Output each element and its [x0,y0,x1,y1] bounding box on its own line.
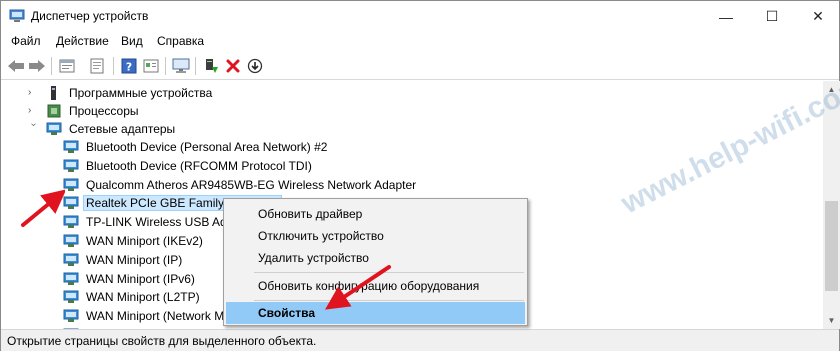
tree-item-network-adapter[interactable]: Qualcomm Atheros AR9485WB-EG Wireless Ne… [63,176,418,194]
toolbar: ? [1,52,839,80]
menu-file[interactable]: Файл [11,34,41,48]
window-title: Диспетчер устройств [31,9,149,23]
status-bar: Открытие страницы свойств для выделенног… [1,329,839,351]
tree-category-software-devices[interactable]: › Программные устройства [28,84,214,102]
software-device-icon [46,86,62,100]
tree-category-network-adapters[interactable]: › Сетевые адаптеры [28,120,177,138]
scrollbar-thumb[interactable] [825,201,838,291]
menu-view[interactable]: Вид [121,34,143,48]
processor-icon [46,104,62,118]
toolbar-separator [51,57,52,75]
network-adapter-icon [63,253,79,267]
network-adapter-icon [63,234,79,248]
scan-hardware-icon[interactable] [245,56,265,76]
tree-item-network-adapter[interactable]: Bluetooth Device (RFCOMM Protocol TDI) [63,157,314,175]
tree-label: Сетевые адаптеры [69,122,176,136]
network-adapter-icon [63,140,79,154]
toolbar-separator [165,57,166,75]
tree-label: Программные устройства [69,86,213,100]
minimize-button[interactable]: — [703,1,749,32]
update-driver-icon[interactable] [87,56,107,76]
red-arrow-icon [325,265,391,310]
tree-item-network-adapter[interactable]: Bluetooth Device (Personal Area Network)… [63,138,329,156]
tree-label: WAN Miniport (IPv6) [86,271,195,286]
menu-help[interactable]: Справка [157,34,204,48]
tree-item-network-adapter[interactable]: WAN Miniport (IP) [63,251,184,269]
chevron-right-icon[interactable]: › [28,88,38,98]
network-adapter-icon [63,290,79,304]
tree-item-network-adapter[interactable]: WAN Miniport (L2TP) [63,288,202,306]
menu-action[interactable]: Действие [56,34,109,48]
network-adapter-icon [46,122,62,136]
status-text: Открытие страницы свойств для выделенног… [7,334,317,348]
tree-label: WAN Miniport (L2TP) [86,290,200,305]
tree-category-processors[interactable]: › Процессоры [28,102,141,120]
device-manager-window: Диспетчер устройств — ☐ ✕ Файл Действие … [0,0,840,351]
tree-label: Процессоры [69,104,139,118]
tree-label: WAN Miniport (Network M [86,309,225,324]
uninstall-icon[interactable] [223,56,243,76]
chevron-right-icon[interactable]: › [28,106,38,116]
add-driver-icon[interactable] [201,56,221,76]
title-bar: Диспетчер устройств — ☐ ✕ [1,1,839,32]
network-adapter-icon [63,215,79,229]
show-hidden-icon[interactable] [141,56,161,76]
help-icon[interactable]: ? [119,56,139,76]
tree-item-network-adapter[interactable]: WAN Miniport (IPv6) [63,270,197,288]
forward-icon[interactable] [27,56,47,76]
scroll-down-arrow-icon[interactable]: ▼ [823,312,840,329]
back-icon[interactable] [6,56,26,76]
tree-item-network-adapter[interactable]: TP-LINK Wireless USB Adap [63,213,242,231]
tree-item-network-adapter[interactable]: WAN Miniport (IKEv2) [63,232,205,250]
tree-label: Qualcomm Atheros AR9485WB-EG Wireless Ne… [86,177,417,192]
toolbar-separator [195,57,196,75]
network-adapter-icon [63,309,79,323]
network-adapter-icon [63,178,79,192]
svg-text:?: ? [126,61,132,74]
menu-item-update-driver[interactable]: Обновить драйвер [226,203,525,225]
tree-label: Bluetooth Device (Personal Area Network)… [86,140,328,154]
chevron-down-icon[interactable]: › [28,123,39,133]
maximize-button[interactable]: ☐ [749,1,795,32]
menu-item-disable-device[interactable]: Отключить устройство [226,225,525,247]
tree-label: WAN Miniport (IKEv2) [86,234,203,248]
tree-label: TP-LINK Wireless USB Adap [86,215,241,230]
tree-item-network-adapter[interactable]: WAN Miniport (Network M [63,307,226,325]
network-adapter-icon [63,196,79,210]
device-manager-app-icon [9,9,25,23]
close-button[interactable]: ✕ [795,1,840,32]
network-adapter-icon [63,272,79,286]
toolbar-separator [113,57,114,75]
menu-bar: Файл Действие Вид Справка [1,32,839,52]
tree-label: WAN Miniport (IP) [86,252,183,267]
network-adapter-icon [63,159,79,173]
monitor-icon[interactable] [171,56,191,76]
properties-icon[interactable] [57,56,77,76]
red-arrow-icon [21,189,65,227]
tree-label: Bluetooth Device (RFCOMM Protocol TDI) [86,158,312,173]
